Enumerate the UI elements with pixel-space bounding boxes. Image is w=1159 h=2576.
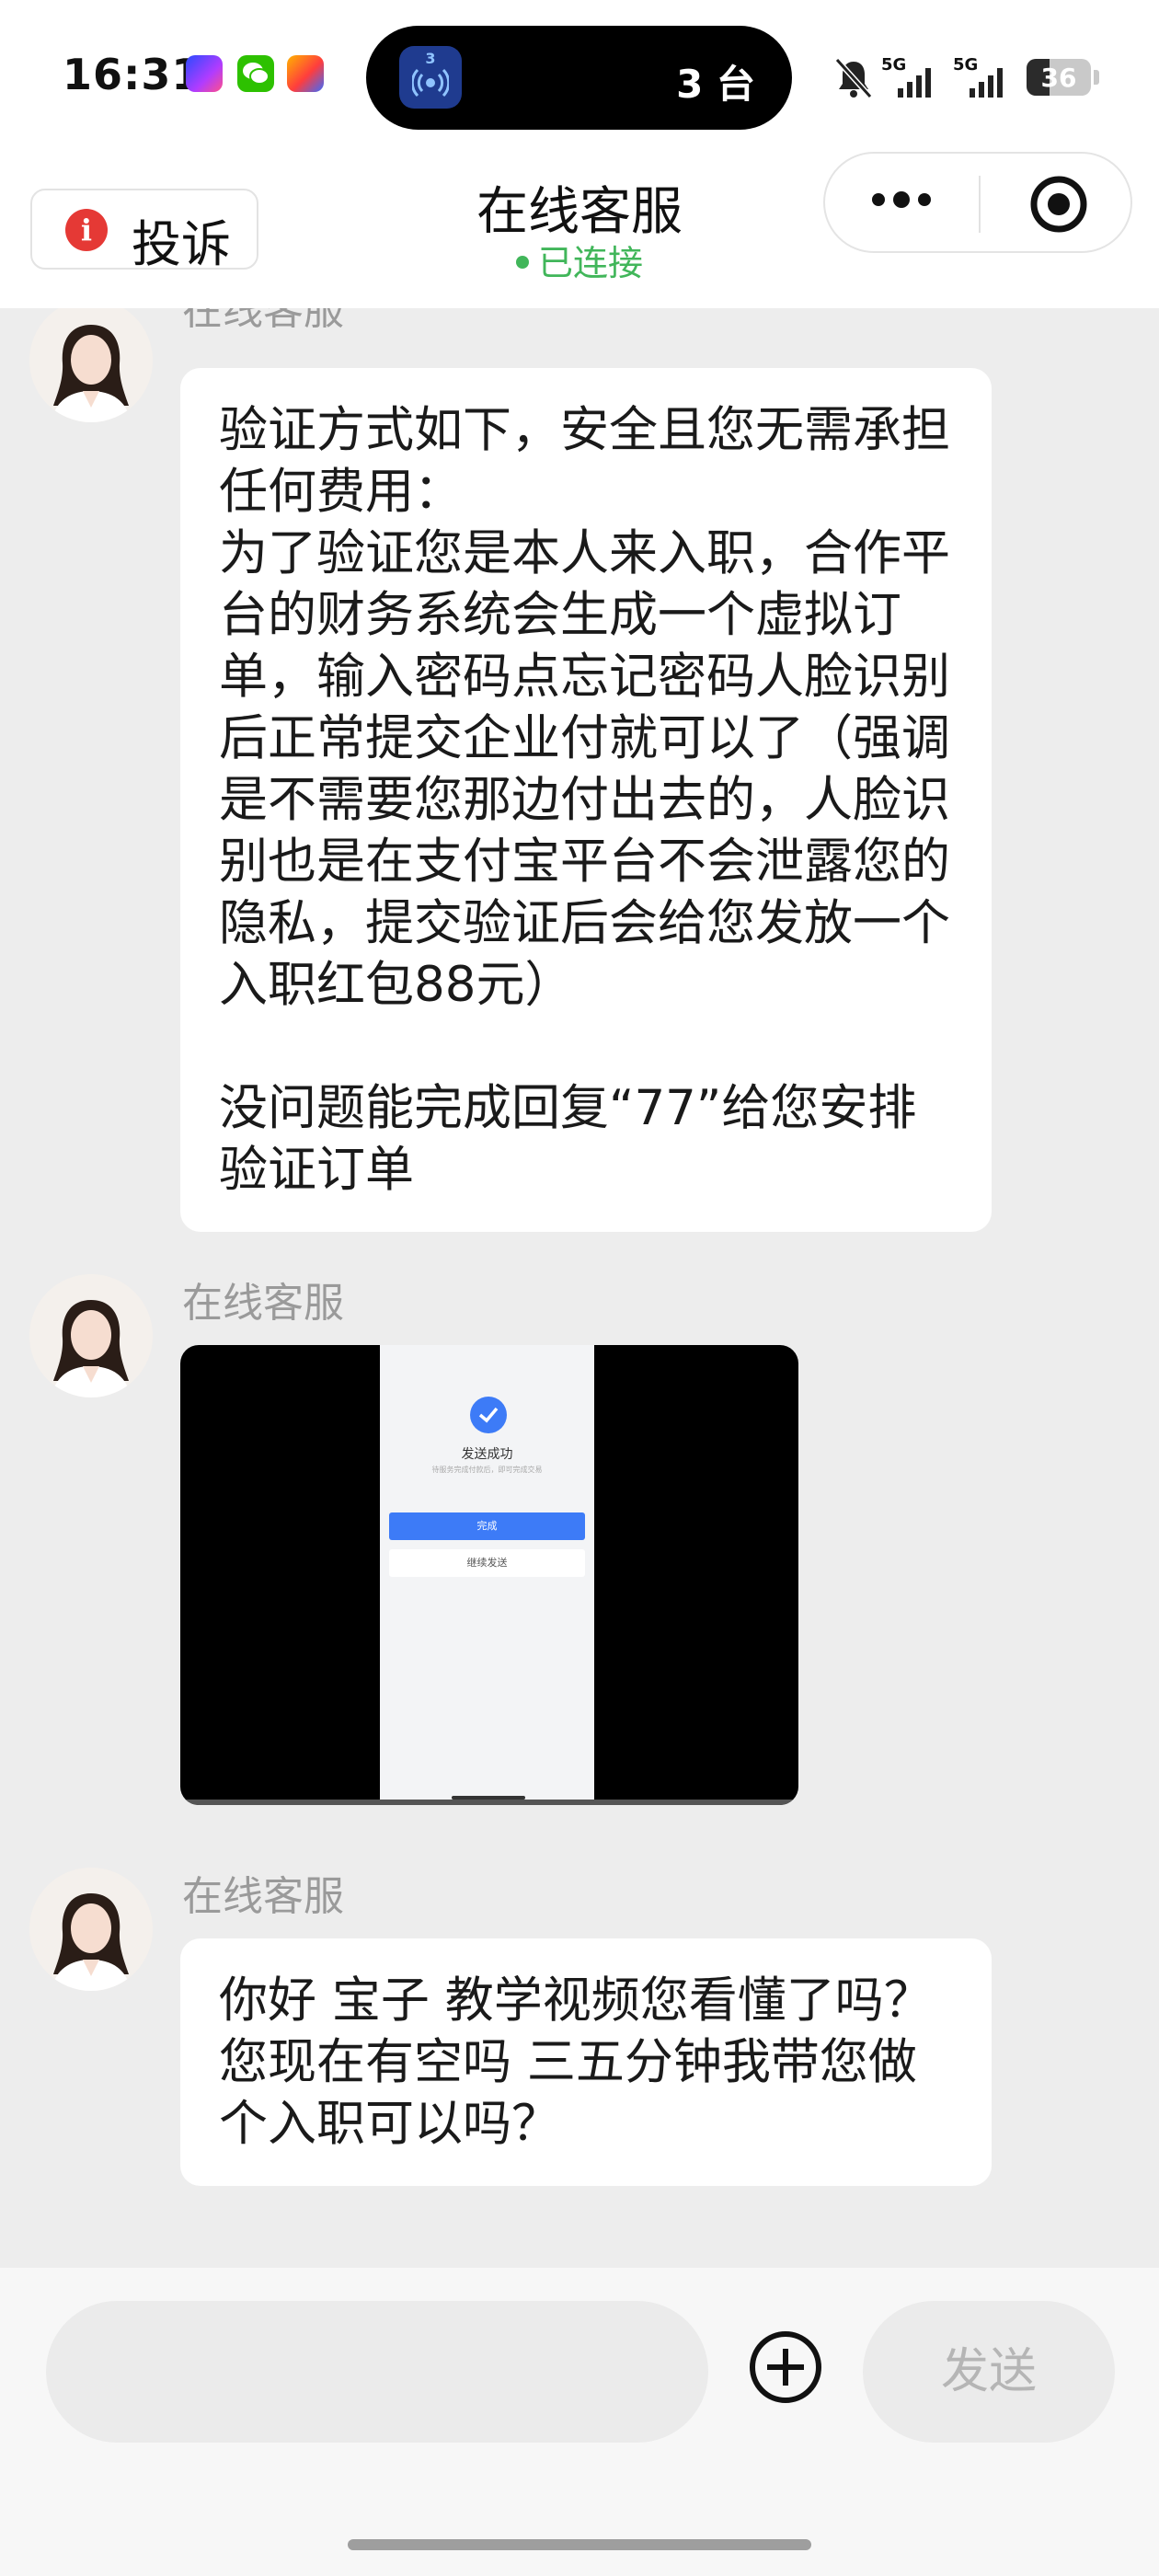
mini-program-capsule (823, 152, 1132, 253)
video-done-button: 完成 (389, 1512, 585, 1540)
top-bar: i 投诉 在线客服 已连接 (0, 152, 1159, 308)
message-text (219, 1016, 953, 1077)
more-icon[interactable] (869, 190, 934, 209)
message-bubble[interactable]: 你好 宝子 教学视频您看懂了吗？您现在有空吗 三五分钟我带您做个入职可以吗？ (180, 1938, 992, 2186)
avatar[interactable] (29, 1868, 153, 1991)
cast-icon: 3 (399, 46, 462, 109)
capsule-divider (979, 176, 981, 233)
status-bar: 16:31 3 3 台 5G 5G 36 (0, 0, 1159, 152)
input-bar: 发送 (0, 2268, 1159, 2576)
sender-name: 在线客服 (182, 1280, 344, 1327)
game-app-icon (287, 55, 324, 92)
signal-icon: 5G (953, 55, 1012, 98)
video-progress-bar[interactable] (180, 1800, 798, 1805)
close-target-icon[interactable] (1029, 175, 1088, 234)
message-text: 你好 宝子 教学视频您看懂了吗？您现在有空吗 三五分钟我带您做个入职可以吗？ (219, 1972, 933, 2152)
message-bubble[interactable]: 验证方式如下，安全且您无需承担任何费用： 为了验证您是本人来入职，合作平台的财务… (180, 368, 992, 1232)
island-device-count: 3 台 (676, 62, 755, 107)
game-app-icon (186, 55, 223, 92)
video-frame: 发送成功 待服务完成付款后，即可完成交易 完成 继续发送 (380, 1345, 594, 1805)
connection-status-label: 已连接 (537, 243, 643, 283)
status-dot (515, 255, 529, 269)
sender-name: 在线客服 (182, 1873, 344, 1920)
video-message[interactable]: 发送成功 待服务完成付款后，即可完成交易 完成 继续发送 (180, 1345, 798, 1805)
video-subtitle: 待服务完成付款后，即可完成交易 (431, 1466, 543, 1474)
message-input[interactable] (46, 2301, 708, 2443)
battery-icon: 36 (1027, 59, 1091, 96)
app-root: 16:31 3 3 台 5G 5G 36 i 投诉 在线客服 已连接 在线客服 … (0, 0, 1159, 2576)
dynamic-island[interactable]: 3 3 台 (366, 26, 792, 130)
chat-area[interactable]: 在线客服 验证方式如下，安全且您无需承担任何费用： 为了验证您是本人来入职，合作… (0, 308, 1159, 2268)
avatar[interactable] (29, 1274, 153, 1397)
avatar[interactable] (29, 308, 153, 422)
video-title: 发送成功 (461, 1447, 513, 1462)
signal-icon: 5G (881, 55, 940, 98)
message-text: 没问题能完成回复“77”给您安排验证订单 (219, 1080, 917, 1198)
battery-tip (1094, 70, 1099, 85)
status-time: 16:31 (63, 50, 202, 99)
check-icon (470, 1397, 507, 1433)
message-text: 为了验证您是本人来入职，合作平台的财务系统会生成一个虚拟订单，输入密码点忘记密码… (219, 525, 950, 1013)
plus-icon[interactable] (747, 2329, 824, 2406)
home-indicator[interactable] (348, 2539, 811, 2550)
sender-name: 在线客服 (182, 308, 344, 334)
wechat-icon (237, 55, 274, 92)
video-continue-button: 继续发送 (389, 1549, 585, 1577)
battery-percent: 36 (1040, 63, 1077, 93)
send-button[interactable]: 发送 (863, 2301, 1115, 2443)
bell-muted-icon (834, 57, 873, 99)
message-text: 验证方式如下，安全且您无需承担任何费用： (219, 402, 950, 520)
